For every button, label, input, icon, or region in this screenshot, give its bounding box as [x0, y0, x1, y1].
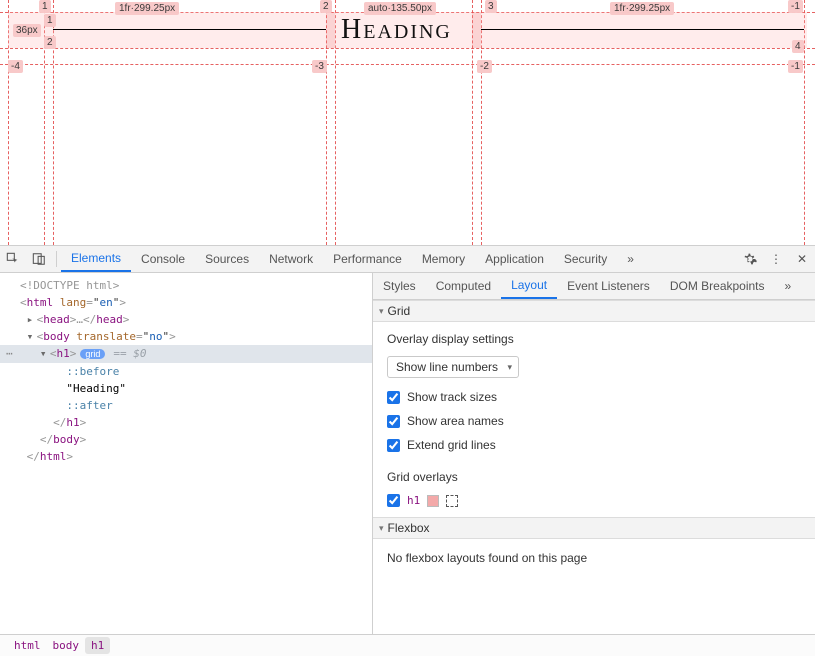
- check-area-names[interactable]: Show area names: [387, 414, 801, 428]
- overlay-h1-checkbox[interactable]: [387, 494, 400, 507]
- overlay-color-swatch[interactable]: [427, 495, 439, 507]
- col-num-1: 1: [39, 0, 51, 13]
- tab-console[interactable]: Console: [131, 246, 195, 272]
- tab-elements[interactable]: Elements: [61, 246, 131, 272]
- dom-html-close[interactable]: </html>: [0, 448, 372, 465]
- dom-before[interactable]: ::before: [0, 363, 372, 380]
- row-height-badge: 36px: [13, 24, 41, 37]
- check-track-sizes-input[interactable]: [387, 391, 400, 404]
- tab-security[interactable]: Security: [554, 246, 617, 272]
- side-tab-computed[interactable]: Computed: [426, 273, 501, 299]
- crumb-html[interactable]: html: [8, 637, 47, 654]
- inspect-icon[interactable]: [0, 246, 26, 272]
- check-extend-lines-input[interactable]: [387, 439, 400, 452]
- settings-icon[interactable]: [737, 246, 763, 272]
- col-neg-3: -3: [312, 60, 327, 73]
- dom-html-open[interactable]: <html lang="en">: [0, 294, 372, 311]
- dom-after[interactable]: ::after: [0, 397, 372, 414]
- dom-body-open[interactable]: ▾<body translate="no">: [0, 328, 372, 345]
- side-tab-dom-breakpoints[interactable]: DOM Breakpoints: [660, 273, 775, 299]
- tab-sources[interactable]: Sources: [195, 246, 259, 272]
- track-size-3: 1fr·299.25px: [610, 2, 674, 15]
- close-icon[interactable]: ✕: [789, 246, 815, 272]
- more-icon[interactable]: ⋮: [763, 246, 789, 272]
- dom-head[interactable]: ▸<head>…</head>: [0, 311, 372, 328]
- tab-application[interactable]: Application: [475, 246, 554, 272]
- dom-h1-close[interactable]: </h1>: [0, 414, 372, 431]
- col-neg-1: -1: [788, 60, 803, 73]
- side-tab-layout[interactable]: Layout: [501, 273, 557, 299]
- flexbox-section-header[interactable]: Flexbox: [373, 517, 815, 539]
- line-numbers-select[interactable]: Show line numbers: [387, 356, 519, 378]
- col-neg-4: -4: [8, 60, 23, 73]
- dom-body-close[interactable]: </body>: [0, 431, 372, 448]
- crumb-h1[interactable]: h1: [85, 637, 110, 654]
- col-num-neg1-top: -1: [788, 0, 803, 13]
- grid-section-header[interactable]: Grid: [373, 300, 815, 322]
- row-line-2: 2: [44, 36, 56, 49]
- overlay-settings-heading: Overlay display settings: [387, 332, 801, 346]
- grid-overlays-heading: Grid overlays: [387, 470, 801, 484]
- dom-text-node[interactable]: "Heading": [0, 380, 372, 397]
- side-tab-styles[interactable]: Styles: [373, 273, 426, 299]
- track-size-1: 1fr·299.25px: [115, 2, 179, 15]
- heading-text: Heading: [341, 14, 452, 46]
- grid-badge[interactable]: grid: [80, 349, 105, 359]
- track-size-2: auto·135.50px: [364, 2, 436, 15]
- side-tab-event-listeners[interactable]: Event Listeners: [557, 273, 660, 299]
- col-num-3: 3: [485, 0, 497, 13]
- check-area-names-input[interactable]: [387, 415, 400, 428]
- check-track-sizes-label: Show track sizes: [407, 390, 497, 404]
- line-numbers-select-value: Show line numbers: [396, 360, 498, 374]
- dom-h1-open[interactable]: ⋯ ▾<h1>grid== $0: [0, 345, 372, 363]
- dollar0-marker: == $0: [113, 347, 146, 360]
- dom-doctype[interactable]: <!DOCTYPE html>: [0, 277, 372, 294]
- check-track-sizes[interactable]: Show track sizes: [387, 390, 801, 404]
- col-num-2: 2: [320, 0, 332, 13]
- check-area-names-label: Show area names: [407, 414, 504, 428]
- check-extend-lines-label: Extend grid lines: [407, 438, 496, 452]
- overlay-h1-label: h1: [407, 494, 420, 507]
- col-neg-2: -2: [477, 60, 492, 73]
- tab-network[interactable]: Network: [259, 246, 323, 272]
- crumb-body[interactable]: body: [47, 637, 86, 654]
- row-line-1: 1: [44, 14, 56, 27]
- tab-memory[interactable]: Memory: [412, 246, 475, 272]
- flexbox-empty-msg: No flexbox layouts found on this page: [373, 539, 815, 577]
- tab-performance[interactable]: Performance: [323, 246, 412, 272]
- tabs-overflow-icon[interactable]: »: [617, 246, 644, 272]
- check-extend-lines[interactable]: Extend grid lines: [387, 438, 801, 452]
- col-num-4: 4: [792, 40, 804, 53]
- device-toggle-icon[interactable]: [26, 246, 52, 272]
- side-tabs-overflow-icon[interactable]: »: [775, 273, 802, 299]
- overlay-dashed-icon[interactable]: [446, 495, 458, 507]
